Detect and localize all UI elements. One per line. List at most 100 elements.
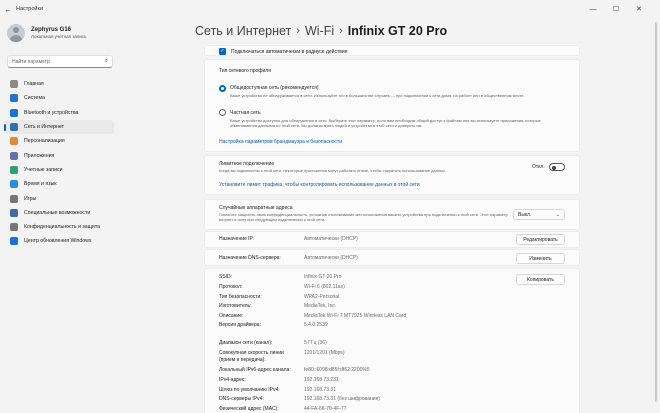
sidebar-item-system[interactable]: Система [4,91,114,105]
sidebar-item-gaming[interactable]: Игры [4,191,114,205]
accessibility-icon [10,208,18,217]
sidebar-item-privacy[interactable]: Конфиденциальность и защита [4,220,114,234]
prop-label: Описание: [219,313,244,319]
private-network-desc: Ваше устройство доступно для обнаружения… [230,118,541,129]
prop-value: MediaTek, Inc. [304,303,337,309]
private-network-radio[interactable] [219,109,226,116]
search-placeholder: Найти параметр [12,58,50,65]
profile-name: Zephyrus G16 [31,27,72,33]
user-profile[interactable]: Zephyrus G16 Локальная учетная запись [7,24,86,42]
prop-label: Версия драйвера: [219,322,261,328]
sidebar-item-home[interactable]: Главная [4,77,114,91]
gamepad-icon [10,194,18,203]
auto-connect-label: Подключаться автоматически в радиусе дей… [231,48,348,55]
search-input[interactable]: Найти параметр ⌕ [7,55,113,68]
data-limit-link[interactable]: Установите лимит трафика, чтобы контроли… [219,182,420,188]
public-network-label: Общедоступная сеть (рекомендуется) [230,85,319,91]
sidebar-item-accessibility[interactable]: Специальные возможности [4,206,114,220]
breadcrumb-wifi[interactable]: Wi-Fi [305,24,334,38]
sidebar-item-personalization[interactable]: Персонализация [4,134,114,148]
public-network-radio[interactable] [219,85,226,92]
auto-connect-checkbox[interactable]: ✓ [219,47,226,55]
prop-value: 192.168.73.31 [304,387,336,393]
minimize-icon[interactable]: — [582,0,604,18]
public-network-desc: Ваше устройство не обнаруживается в сети… [230,93,525,98]
prop-label: Тип безопасности: [219,294,262,300]
sidebar-item-bluetooth[interactable]: Bluetooth и устройства [4,106,114,120]
dns-assignment-label: Назначение DNS-сервера: [219,255,281,261]
prop-label: Протокол: [219,284,243,290]
random-mac-select[interactable]: Выкл. ⌄ [513,209,565,220]
nav-list: Главная Система Bluetooth и устройства С… [4,77,114,249]
metered-desc: Когда вы подключены к этой сети, некотор… [219,168,446,173]
profile-subtitle: Локальная учетная запись [31,34,87,39]
apps-icon [10,151,18,160]
prop-label: Диапазон сети (канал): [219,340,273,346]
prop-label: Локальный IPv6-адрес канала: [219,367,291,373]
random-mac-value: Выкл. [518,211,532,218]
page-title: Infinix GT 20 Pro [347,24,448,38]
sidebar: Zephyrus G16 Локальная учетная запись На… [0,18,118,413]
prop-value: Wi-Fi 6 (802.11ax) [304,284,345,290]
globe-clock-icon [10,180,18,189]
sidebar-item-apps[interactable]: Приложения [4,148,114,162]
firewall-settings-link[interactable]: Настройка параметров брандмауэра и безоп… [219,139,342,145]
sidebar-item-time-language[interactable]: Время и язык [4,177,114,191]
sidebar-item-network[interactable]: Сеть и Интернет [4,119,114,135]
metered-toggle[interactable] [549,163,565,171]
prop-value: 192.168.73.231 [304,377,339,383]
prop-label: Физический адрес (MAC): [219,406,279,412]
back-arrow-icon[interactable]: ← [0,5,16,14]
chevron-right-icon: › [296,25,300,37]
ip-assignment-label: Назначение IP: [219,236,255,242]
prop-label: IPv4-адрес: [219,377,246,383]
close-icon[interactable]: ✕ [628,0,650,18]
random-mac-desc: Помогите защитить свою конфиденциальност… [219,212,508,223]
brush-icon [10,137,18,146]
sidebar-item-windows-update[interactable]: Центр обновления Windows [4,234,114,248]
home-icon [10,80,18,89]
avatar [7,24,25,42]
prop-value: 1201/1201 (Mbps) [304,350,345,356]
profile-type-title: Тип сетевого профиля [219,68,271,74]
prop-value: 5 ГГц (36) [304,340,327,346]
chevron-right-icon: › [339,25,343,37]
person-icon [10,165,18,174]
prop-value: 5.4.0.2539 [304,322,328,328]
sidebar-item-accounts[interactable]: Учетные записи [4,163,114,177]
scrollbar[interactable] [655,22,657,402]
maximize-icon[interactable]: ☐ [605,0,627,18]
window-title: Настройки [16,6,43,12]
random-mac-label: Случайные аппаратные адреса [219,205,293,211]
breadcrumb: Сеть и Интернет › Wi-Fi › Infinix GT 20 … [195,24,447,38]
prop-label: Изготовитель: [219,303,252,309]
auto-connect-card: ✓ Подключаться автоматически в радиусе д… [204,45,580,56]
chevron-down-icon: ⌄ [555,211,560,218]
dns-assignment-card: Назначение DNS-сервера: Автоматически (D… [204,249,580,266]
wifi-icon [10,123,18,132]
prop-value: fe80::6098:d85f:df62:2200%5 [304,367,370,373]
dns-assignment-value: Автоматически (DHCP) [304,255,358,261]
profile-type-card: Тип сетевого профиля Общедоступная сеть … [204,59,580,152]
search-icon: ⌕ [104,58,108,64]
prop-value: 192.168.73.31 (без шифрования) [304,396,380,402]
copy-button[interactable]: Копировать [516,274,565,285]
private-network-label: Частная сеть [230,110,261,116]
breadcrumb-network[interactable]: Сеть и Интернет [195,24,291,38]
properties-card: Копировать SSID: Infinix GT 20 Pro Прото… [204,268,580,413]
shield-icon [10,223,18,232]
prop-value: WPA2-Personal [304,294,340,300]
update-icon [10,237,18,246]
metered-connection-card: Лимитное подключение Когда вы подключены… [204,155,580,195]
monitor-icon [10,94,18,103]
prop-value: 44-FA-66-70-4F-77 [304,406,347,412]
prop-label: Совокупная скорость линии (прием и перед… [219,350,284,363]
bluetooth-icon [10,108,18,117]
prop-value: MediaTek Wi-Fi 7 MT7925 Wireless LAN Car… [304,313,407,319]
ip-assignment-card: Назначение IP: Автоматически (DHCP) Реда… [204,231,580,248]
edit-ip-button[interactable]: Редактировать [516,234,565,245]
edit-dns-button[interactable]: Изменить [516,253,565,264]
random-mac-card: Случайные аппаратные адреса Помогите защ… [204,199,580,230]
prop-value: Infinix GT 20 Pro [304,274,342,280]
prop-label: DNS-серверы IPv4: [219,396,264,402]
